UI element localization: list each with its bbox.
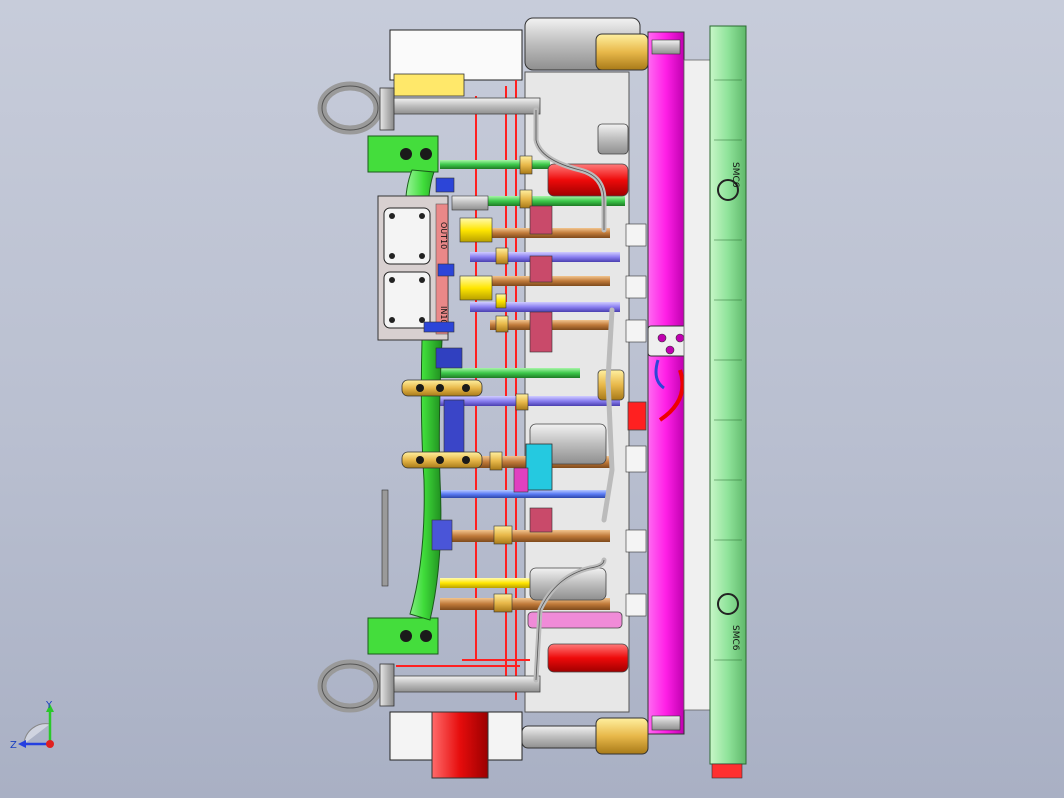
red-cylinder-lower bbox=[547, 643, 629, 673]
bottom-block-group bbox=[389, 711, 649, 779]
pipe-steel-bottom bbox=[391, 675, 541, 693]
green-plate bbox=[709, 25, 747, 765]
pipe-violet-3 bbox=[440, 396, 620, 406]
pipe-violet-2 bbox=[470, 302, 620, 312]
red-block-mid bbox=[627, 401, 647, 431]
pipe-copper-5 bbox=[440, 530, 610, 542]
axis-y-label: Y bbox=[45, 700, 53, 711]
magenta-plate bbox=[647, 31, 685, 735]
steel-cylinder-mid-2 bbox=[529, 567, 607, 601]
axis-z-label: Z bbox=[10, 740, 17, 751]
green-bracket-bottom bbox=[367, 617, 439, 655]
magenta-clip bbox=[513, 467, 529, 493]
manifold-label-upper: OUT10 bbox=[439, 222, 448, 249]
cad-viewport[interactable]: SMC6 SMC6 OUT10 IN10 Y Z bbox=[0, 0, 1064, 798]
axis-triad: Y Z bbox=[10, 700, 54, 751]
top-yellow-strip bbox=[393, 73, 465, 97]
cyan-component bbox=[525, 443, 553, 491]
stray-bar bbox=[381, 489, 389, 587]
right-white-frame bbox=[683, 59, 711, 711]
eyebolt-bottom bbox=[317, 659, 395, 713]
pipe-green-1 bbox=[440, 160, 550, 169]
green-bracket-top bbox=[367, 135, 439, 173]
pipe-green-3 bbox=[440, 368, 580, 378]
steel-cylinder-upper bbox=[597, 123, 629, 155]
gold-bracket-upper bbox=[401, 379, 483, 397]
manifold-block bbox=[377, 195, 449, 341]
top-white-block bbox=[389, 29, 523, 81]
plate-label-top: SMC6 bbox=[730, 162, 740, 188]
pipe-yellow-1 bbox=[440, 578, 530, 588]
bottom-gold-cylinder bbox=[595, 717, 649, 755]
pipe-steel-top bbox=[391, 97, 541, 115]
plate-label-bottom: SMC6 bbox=[730, 625, 740, 651]
red-cylinder-upper bbox=[547, 163, 629, 197]
top-gold-cylinder bbox=[595, 33, 649, 71]
eyebolt-top bbox=[317, 81, 395, 135]
green-plate-foot bbox=[711, 763, 743, 779]
gold-bracket-lower bbox=[401, 451, 483, 469]
bottom-red-cylinder bbox=[431, 711, 489, 779]
